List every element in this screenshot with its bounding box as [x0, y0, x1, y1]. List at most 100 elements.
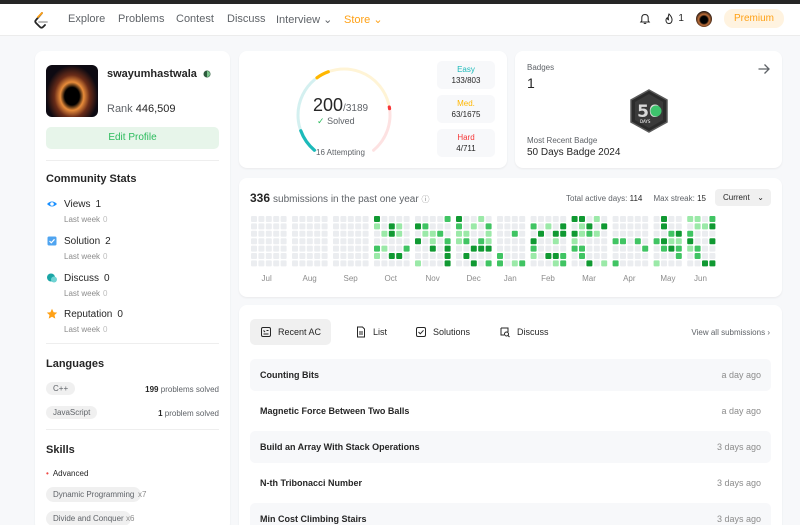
heatmap-cell[interactable]	[306, 216, 313, 222]
heatmap-cell[interactable]	[485, 238, 492, 245]
heatmap-cell[interactable]	[456, 253, 462, 259]
heatmap-cell[interactable]	[634, 230, 641, 237]
heatmap-cell[interactable]	[355, 230, 362, 237]
nav-problems[interactable]: Problems	[118, 13, 164, 25]
heatmap-cell[interactable]	[702, 238, 708, 245]
heatmap-cell[interactable]	[299, 238, 306, 245]
heatmap-cell[interactable]	[642, 223, 649, 230]
difficulty-easy[interactable]: Easy 133/803	[437, 61, 495, 89]
heatmap-cell[interactable]	[560, 216, 567, 222]
heatmap-cell[interactable]	[415, 216, 421, 222]
heatmap-cell[interactable]	[545, 238, 552, 245]
heatmap-cell[interactable]	[702, 216, 708, 222]
heatmap-cell[interactable]	[321, 223, 328, 230]
heatmap-cell[interactable]	[586, 216, 593, 222]
heatmap-cell[interactable]	[579, 223, 585, 230]
heatmap-cell[interactable]	[661, 245, 667, 252]
heatmap-cell[interactable]	[709, 238, 716, 245]
heatmap-cell[interactable]	[456, 223, 462, 230]
heatmap-cell[interactable]	[265, 245, 272, 252]
heatmap-cell[interactable]	[620, 223, 626, 230]
heatmap-cell[interactable]	[333, 216, 339, 222]
heatmap-cell[interactable]	[415, 223, 421, 230]
heatmap-cell[interactable]	[403, 260, 410, 267]
heatmap-cell[interactable]	[634, 260, 641, 267]
heatmap-cell[interactable]	[586, 260, 593, 267]
heatmap-cell[interactable]	[530, 238, 537, 245]
heatmap-cell[interactable]	[396, 230, 403, 237]
heatmap-cell[interactable]	[381, 238, 388, 245]
heatmap-cell[interactable]	[668, 238, 675, 245]
heatmap-cell[interactable]	[675, 223, 682, 230]
heatmap-cell[interactable]	[265, 223, 272, 230]
heatmap-cell[interactable]	[321, 245, 328, 252]
heatmap-cell[interactable]	[552, 230, 559, 237]
heatmap-cell[interactable]	[627, 223, 634, 230]
heatmap-cell[interactable]	[340, 260, 347, 267]
heatmap-cell[interactable]	[675, 238, 682, 245]
heatmap-cell[interactable]	[314, 260, 321, 267]
heatmap-cell[interactable]	[601, 230, 608, 237]
heatmap-cell[interactable]	[470, 216, 477, 222]
heatmap-cell[interactable]	[280, 216, 287, 222]
heatmap-cell[interactable]	[519, 245, 526, 252]
heatmap-cell[interactable]	[485, 230, 492, 237]
heatmap-cell[interactable]	[687, 238, 694, 245]
submission-row[interactable]: Build an Array With Stack Operations 3 d…	[250, 431, 771, 463]
heatmap-cell[interactable]	[579, 238, 585, 245]
heatmap-cell[interactable]	[593, 230, 600, 237]
heatmap-cell[interactable]	[258, 253, 265, 259]
heatmap-cell[interactable]	[579, 230, 585, 237]
bell-icon[interactable]	[639, 13, 651, 25]
heatmap-cell[interactable]	[511, 216, 518, 222]
heatmap-cell[interactable]	[333, 260, 339, 267]
heatmap-cell[interactable]	[429, 216, 436, 222]
heatmap-cell[interactable]	[538, 223, 544, 230]
heatmap-cell[interactable]	[374, 216, 380, 222]
heatmap-cell[interactable]	[538, 253, 544, 259]
heatmap-cell[interactable]	[653, 216, 660, 222]
heatmap-cell[interactable]	[388, 238, 395, 245]
heatmap-cell[interactable]	[620, 230, 626, 237]
heatmap-cell[interactable]	[642, 238, 649, 245]
heatmap-cell[interactable]	[415, 238, 421, 245]
heatmap-cell[interactable]	[299, 253, 306, 259]
heatmap-cell[interactable]	[497, 223, 503, 230]
heatmap-cell[interactable]	[642, 253, 649, 259]
submission-row[interactable]: N-th Tribonacci Number 3 days ago	[250, 467, 771, 499]
heatmap-cell[interactable]	[381, 230, 388, 237]
avatar[interactable]	[695, 10, 712, 27]
heatmap-cell[interactable]	[429, 223, 436, 230]
heatmap-cell[interactable]	[653, 253, 660, 259]
heatmap-cell[interactable]	[347, 230, 354, 237]
heatmap-cell[interactable]	[355, 223, 362, 230]
heatmap-cell[interactable]	[347, 260, 354, 267]
heatmap-cell[interactable]	[642, 260, 649, 267]
heatmap-cell[interactable]	[675, 216, 682, 222]
heatmap-cell[interactable]	[612, 253, 619, 259]
heatmap-cell[interactable]	[579, 253, 585, 259]
heatmap-cell[interactable]	[265, 260, 272, 267]
heatmap-cell[interactable]	[538, 260, 544, 267]
heatmap-cell[interactable]	[560, 260, 567, 267]
heatmap-cell[interactable]	[292, 230, 298, 237]
heatmap-cell[interactable]	[333, 223, 339, 230]
heatmap-cell[interactable]	[620, 253, 626, 259]
heatmap-cell[interactable]	[463, 223, 470, 230]
heatmap-cell[interactable]	[586, 253, 593, 259]
heatmap-cell[interactable]	[355, 245, 362, 252]
heatmap-cell[interactable]	[653, 238, 660, 245]
heatmap-cell[interactable]	[709, 230, 716, 237]
heatmap-cell[interactable]	[444, 245, 451, 252]
heatmap-cell[interactable]	[292, 238, 298, 245]
heatmap-cell[interactable]	[694, 223, 701, 230]
heatmap-cell[interactable]	[694, 245, 701, 252]
heatmap-cell[interactable]	[687, 216, 694, 222]
heatmap-cell[interactable]	[403, 253, 410, 259]
heatmap-cell[interactable]	[388, 216, 395, 222]
heatmap-cell[interactable]	[601, 245, 608, 252]
heatmap-cell[interactable]	[437, 260, 444, 267]
heatmap-cell[interactable]	[552, 238, 559, 245]
heatmap-cell[interactable]	[642, 245, 649, 252]
heatmap-cell[interactable]	[601, 223, 608, 230]
